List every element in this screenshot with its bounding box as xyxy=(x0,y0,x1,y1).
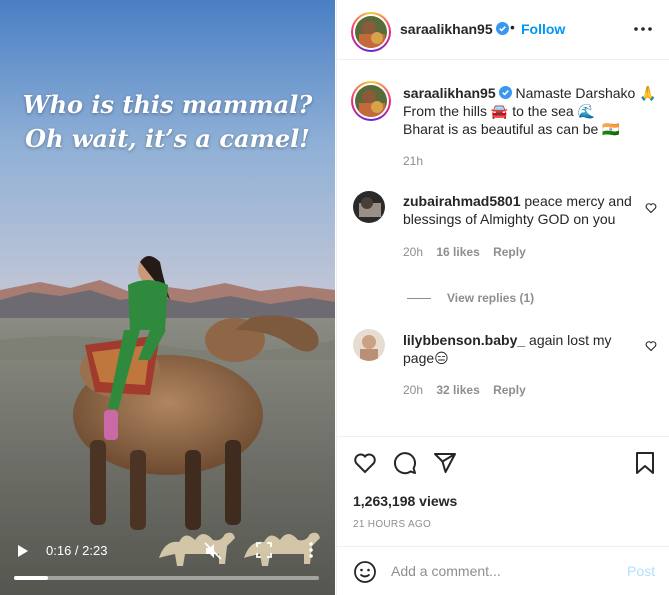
video-more-icon[interactable] xyxy=(307,540,315,560)
post-caption: saraalikhan95 Namaste Darshako 🙏 From th… xyxy=(403,84,663,138)
emoji-icon[interactable] xyxy=(353,560,377,584)
heart-icon[interactable] xyxy=(353,451,377,475)
comment-username[interactable]: zubairahmad5801 xyxy=(403,193,521,209)
add-comment-bar: Post xyxy=(337,546,669,595)
comment-likes[interactable]: 32 likes xyxy=(436,383,479,397)
comment-meta: 20h 16 likes Reply xyxy=(403,245,536,259)
verified-icon xyxy=(495,22,509,35)
comment-time: 20h xyxy=(403,383,424,397)
video-controls: 0:16 / 2:23 xyxy=(0,535,335,595)
caption-username[interactable]: saraalikhan95 xyxy=(403,85,496,101)
comment-meta: 20h 32 likes Reply xyxy=(403,383,536,397)
comment-reply-button[interactable]: Reply xyxy=(493,383,526,397)
video-caption-line-2: Oh wait, it’s a camel! xyxy=(25,124,310,153)
comment-icon[interactable] xyxy=(393,451,417,475)
comment-likes[interactable]: 16 likes xyxy=(436,245,479,259)
comments-section: saraalikhan95 Namaste Darshako 🙏 From th… xyxy=(337,61,669,435)
post-header: saraalikhan95 • Follow xyxy=(337,0,669,60)
author-avatar[interactable] xyxy=(351,12,391,52)
play-icon[interactable] xyxy=(16,544,30,558)
comment-time: 20h xyxy=(403,245,424,259)
commenter-avatar[interactable] xyxy=(353,191,385,223)
video-caption-line-1: Who is this mammal? xyxy=(22,90,313,119)
caption-author-avatar[interactable] xyxy=(351,81,391,121)
more-options-icon[interactable] xyxy=(633,22,653,36)
post-comment-button[interactable]: Post xyxy=(627,563,655,579)
comment-input[interactable] xyxy=(391,561,611,581)
caption-line-3: Bharat is as beautiful as can be 🇮🇳 xyxy=(403,121,620,137)
view-replies-text: View replies (1) xyxy=(447,291,535,305)
follow-button[interactable]: Follow xyxy=(521,21,565,37)
comment-like-heart-icon[interactable] xyxy=(645,202,657,214)
comment: lilybbenson.baby_ again lost my page😑 xyxy=(403,331,643,367)
video-player[interactable]: Who is this mammal? Oh wait, it’s a came… xyxy=(0,0,335,595)
caption-line-2: From the hills 🚘 to the sea 🌊 xyxy=(403,103,596,119)
post-time-ago: 21 HOURS AGO xyxy=(353,519,432,530)
caption-time: 21h xyxy=(403,154,424,168)
video-progress-fill xyxy=(14,576,49,580)
bookmark-icon[interactable] xyxy=(633,451,657,475)
post-actions: 1,263,198 views 21 HOURS AGO xyxy=(337,436,669,546)
comment-username[interactable]: lilybbenson.baby_ xyxy=(403,332,525,348)
header-username[interactable]: saraalikhan95 xyxy=(400,21,509,37)
comment: zubairahmad5801 peace mercy and blessing… xyxy=(403,192,643,228)
header-separator: • xyxy=(510,19,515,35)
header-username-text: saraalikhan95 xyxy=(400,21,493,37)
instagram-post-modal: Who is this mammal? Oh wait, it’s a came… xyxy=(0,0,669,595)
share-icon[interactable] xyxy=(433,451,457,475)
mute-icon[interactable] xyxy=(203,541,223,561)
verified-icon xyxy=(498,86,512,99)
video-progress-bar[interactable] xyxy=(14,576,319,580)
post-sidebar: saraalikhan95 • Follow saraalikhan95 Nam… xyxy=(336,0,669,595)
comment-like-heart-icon[interactable] xyxy=(645,340,657,352)
fullscreen-icon[interactable] xyxy=(256,542,272,558)
caption-line-1: Namaste Darshako 🙏 xyxy=(515,85,657,101)
view-count[interactable]: 1,263,198 views xyxy=(353,493,457,509)
commenter-avatar[interactable] xyxy=(353,329,385,361)
comment-reply-button[interactable]: Reply xyxy=(493,245,526,259)
view-replies-button[interactable]: View replies (1) xyxy=(407,291,534,305)
video-time: 0:16 / 2:23 xyxy=(46,543,108,558)
